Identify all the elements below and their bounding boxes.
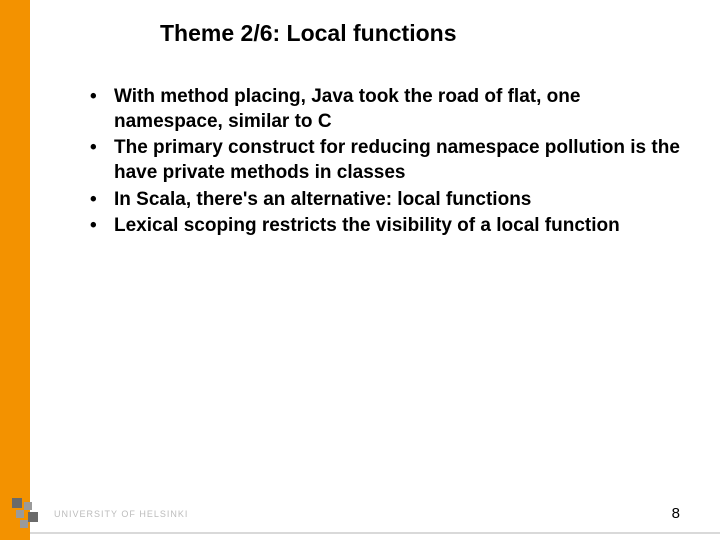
list-item: The primary construct for reducing names… [90,136,680,185]
list-item: With method placing, Java took the road … [90,85,680,134]
slide-footer: UNIVERSITY OF HELSINKI 8 [0,490,720,540]
list-item: In Scala, there's an alternative: local … [90,188,680,213]
institution-name: UNIVERSITY OF HELSINKI [54,509,188,519]
helsinki-logo-icon [10,496,46,532]
institution-logo: UNIVERSITY OF HELSINKI [10,496,188,532]
list-item: Lexical scoping restricts the visibility… [90,214,680,239]
accent-sidebar [0,0,30,540]
bullet-list: With method placing, Java took the road … [90,85,680,239]
page-number: 8 [672,505,680,522]
slide-body: Theme 2/6: Local functions With method p… [30,0,720,540]
slide-title: Theme 2/6: Local functions [160,20,720,47]
footer-divider [30,532,720,534]
